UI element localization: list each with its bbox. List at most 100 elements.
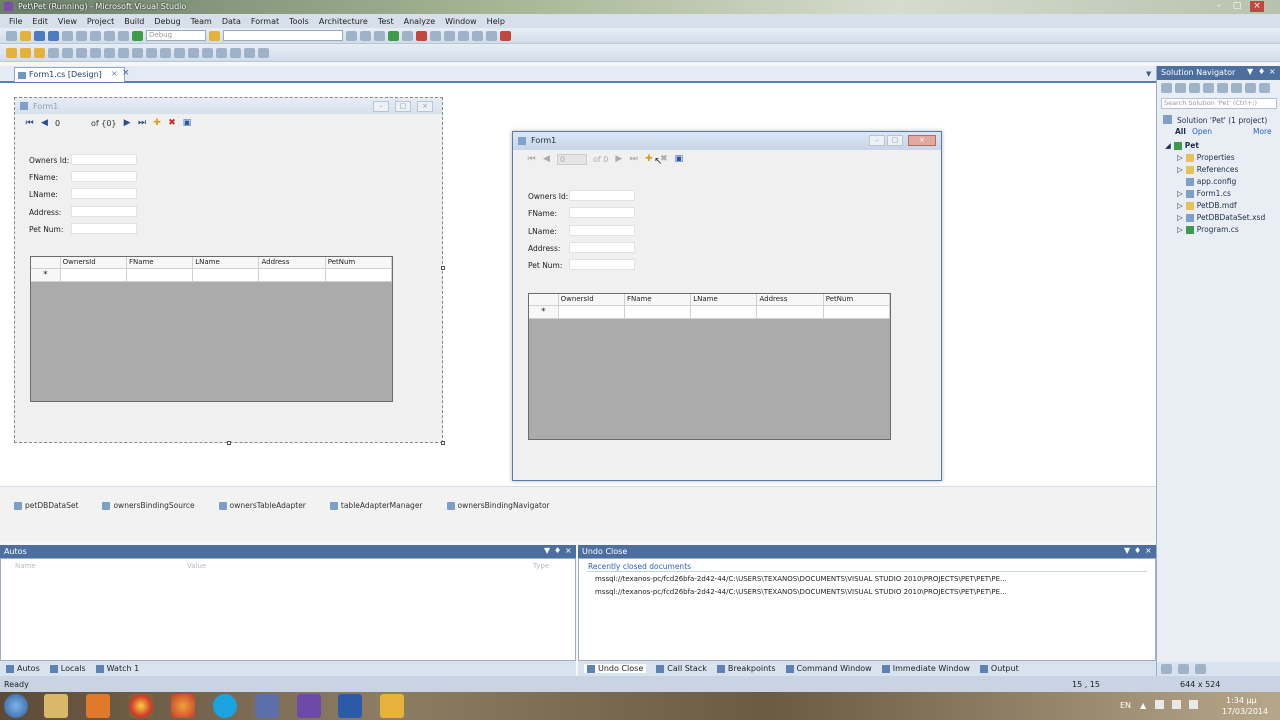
add-new-icon[interactable]: ✚ [644, 154, 653, 164]
add-new-icon[interactable]: ✚ [153, 118, 162, 128]
tab-call-stack[interactable]: Call Stack [656, 664, 707, 673]
designer-form[interactable]: Form1 – □ × ⏮ ◀ 0 of {0} ▶ ⏭ ✚ ✖ ▣ Owner… [14, 97, 443, 443]
chrome-icon[interactable] [129, 694, 153, 718]
close-icon[interactable]: × [1250, 1, 1264, 12]
flag-icon[interactable] [1155, 700, 1164, 709]
column-header-lname[interactable]: LName [691, 294, 758, 305]
filter-all[interactable]: All [1175, 127, 1186, 136]
volume-icon[interactable] [1189, 700, 1198, 709]
menu-tools[interactable]: Tools [284, 17, 314, 26]
maximize-icon[interactable]: □ [1230, 1, 1244, 12]
minimize-icon[interactable]: – [869, 135, 885, 146]
column-header-address[interactable]: Address [757, 294, 824, 305]
move-next-icon[interactable]: ▶ [123, 118, 132, 128]
tab-dropdown-icon[interactable]: ▼ [1146, 70, 1151, 78]
pin-icon[interactable]: ♦ [554, 546, 561, 555]
make-same-width-icon[interactable] [132, 47, 143, 58]
menu-test[interactable]: Test [373, 17, 399, 26]
petnum-textbox[interactable] [569, 259, 635, 270]
column-header-lname[interactable]: LName [193, 257, 260, 268]
find-combo[interactable] [223, 30, 343, 41]
menu-file[interactable]: File [4, 17, 27, 26]
tab-order-icon[interactable] [258, 47, 269, 58]
undo-icon[interactable] [104, 30, 115, 41]
find-icon[interactable] [209, 30, 220, 41]
filter-open[interactable]: Open [1192, 127, 1212, 136]
forward-icon[interactable] [1245, 83, 1256, 93]
menu-analyze[interactable]: Analyze [399, 17, 441, 26]
clock-date[interactable]: 17/03/2014 [1222, 707, 1268, 716]
copy-icon[interactable] [76, 30, 87, 41]
tab-undo-close[interactable]: Undo Close [584, 664, 647, 673]
send-to-back-icon[interactable] [244, 47, 255, 58]
tree-item-properties[interactable]: ▷ Properties [1177, 153, 1235, 162]
petnum-textbox[interactable] [71, 223, 137, 234]
pin-icon[interactable]: ♦ [1258, 67, 1265, 76]
align-middles-icon[interactable] [104, 47, 115, 58]
redo-icon[interactable] [118, 30, 129, 41]
tree-item-project[interactable]: ◢ Pet [1165, 141, 1199, 150]
tree-item-petdb[interactable]: ▷ PetDB.mdf [1177, 201, 1237, 210]
tab-immediate-window[interactable]: Immediate Window [881, 664, 970, 673]
tree-item-form1[interactable]: ▷ Form1.cs [1177, 189, 1231, 198]
make-same-height-icon[interactable] [146, 47, 157, 58]
toolbox-icon[interactable] [388, 30, 399, 41]
menu-build[interactable]: Build [119, 17, 149, 26]
vertical-spacing-icon[interactable] [188, 47, 199, 58]
maximize-icon[interactable]: □ [887, 135, 903, 146]
next-bookmark-icon[interactable] [34, 47, 45, 58]
column-header-petnum[interactable]: PetNum [824, 294, 890, 305]
menu-data[interactable]: Data [217, 17, 246, 26]
network-icon[interactable] [1172, 700, 1181, 709]
resize-handle-bottom[interactable] [227, 441, 231, 445]
show-hidden-icons-icon[interactable]: ▲ [1140, 701, 1146, 710]
component-ownersbindingsource[interactable]: ownersBindingSource [102, 501, 195, 510]
step-out-icon[interactable] [472, 30, 483, 41]
minimize-icon[interactable]: – [1212, 1, 1226, 12]
tree-item-app-config[interactable]: ▷app.config [1177, 177, 1236, 186]
menu-help[interactable]: Help [482, 17, 510, 26]
solution-explorer-icon[interactable] [346, 30, 357, 41]
component-ownerstableadapter[interactable]: ownersTableAdapter [218, 501, 306, 510]
column-header-fname[interactable]: FName [625, 294, 692, 305]
fname-textbox[interactable] [569, 207, 635, 218]
align-rights-icon[interactable] [76, 47, 87, 58]
delete-icon[interactable]: ✖ [168, 118, 177, 128]
save-all-icon[interactable] [48, 30, 59, 41]
menu-debug[interactable]: Debug [149, 17, 185, 26]
properties-icon[interactable] [1231, 83, 1242, 93]
tab-command-window[interactable]: Command Window [785, 664, 872, 673]
pin-icon[interactable]: ♦ [1134, 546, 1141, 555]
skype-icon[interactable] [213, 694, 237, 718]
move-last-icon[interactable]: ⏭ [138, 118, 147, 128]
horizontal-spacing-icon[interactable] [174, 47, 185, 58]
close-icon[interactable]: × [1269, 67, 1276, 76]
tree-item-petdbdataset[interactable]: ▷ PetDBDataSet.xsd [1177, 213, 1265, 222]
prev-bookmark-icon[interactable] [20, 47, 31, 58]
close-icon[interactable]: × [1145, 546, 1152, 555]
column-header-petnum[interactable]: PetNum [326, 257, 392, 268]
hex-icon[interactable] [486, 30, 497, 41]
owners-id-textbox[interactable] [71, 154, 137, 165]
component-tableadaptermanager[interactable]: tableAdapterManager [329, 501, 423, 510]
close-icon[interactable]: × [565, 546, 572, 555]
address-textbox[interactable] [569, 242, 635, 253]
move-previous-icon[interactable]: ◀ [40, 118, 49, 128]
tab-form1-design[interactable]: Form1.cs [Design] × [14, 67, 125, 82]
view-code-icon[interactable] [1203, 83, 1214, 93]
menu-format[interactable]: Format [246, 17, 284, 26]
step-into-icon[interactable] [444, 30, 455, 41]
tab-autos[interactable]: Autos [6, 664, 40, 673]
breakpoint-icon[interactable] [500, 30, 511, 41]
designer-owners-grid[interactable]: OwnersId FName LName Address PetNum * [30, 256, 393, 402]
move-next-icon[interactable]: ▶ [614, 154, 623, 164]
tab-locals[interactable]: Locals [49, 664, 86, 673]
panel-dropdown-icon[interactable]: ▼ [544, 546, 550, 555]
pin-icon[interactable]: × [111, 69, 118, 78]
new-project-icon[interactable] [6, 30, 17, 41]
save-data-icon[interactable]: ▣ [674, 154, 684, 164]
position-box[interactable]: 0 [55, 119, 85, 128]
align-lefts-icon[interactable] [48, 47, 59, 58]
tree-item-program[interactable]: ▷ Program.cs [1177, 225, 1239, 234]
menu-architecture[interactable]: Architecture [314, 17, 373, 26]
